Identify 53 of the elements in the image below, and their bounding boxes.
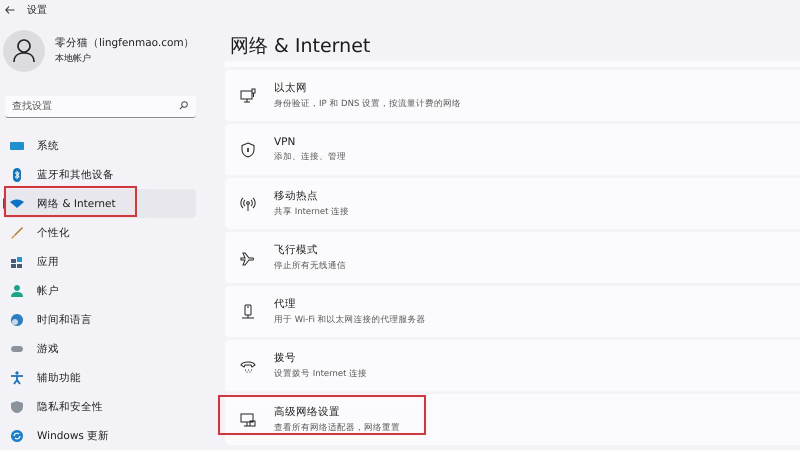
card-description: 共享 Internet 连接 — [274, 206, 350, 218]
card-description: 身份验证，IP 和 DNS 设置，按流量计费的网络 — [274, 98, 462, 110]
person-icon — [13, 38, 35, 62]
accessibility-icon — [10, 370, 24, 384]
settings-card[interactable]: 拨号 设置拨号 Internet 连接 — [225, 340, 800, 391]
sidebar-item[interactable]: 时间和语言 — [3, 305, 196, 334]
account-type: 本地帐户 — [55, 52, 92, 65]
sidebar-item[interactable]: 应用 — [3, 247, 196, 276]
sidebar-item[interactable]: 系统 — [3, 131, 196, 160]
wifi-icon — [10, 196, 24, 210]
card-title: VPN — [274, 136, 296, 148]
bluetooth-icon — [10, 168, 24, 182]
sidebar-item[interactable]: 个性化 — [3, 218, 196, 247]
plane-icon — [240, 250, 256, 266]
hotspot-icon — [240, 196, 256, 212]
search-field[interactable]: 查找设置 — [5, 96, 196, 118]
pc-icon — [240, 412, 256, 428]
card-title: 代理 — [274, 297, 297, 311]
globe-icon — [10, 312, 24, 326]
card-title: 飞行模式 — [274, 243, 319, 257]
apps-icon — [10, 254, 24, 268]
card-title: 以太网 — [274, 81, 308, 95]
sidebar-item[interactable]: 隐私和安全性 — [3, 392, 196, 421]
sidebar-item[interactable]: 帐户 — [3, 276, 196, 305]
brush-icon — [10, 226, 24, 240]
card-description: 停止所有无线通信 — [274, 260, 346, 272]
person-icon — [10, 284, 24, 298]
card-description: 用于 Wi-Fi 和以太网连接的代理服务器 — [274, 314, 426, 326]
settings-card[interactable]: 以太网 身份验证，IP 和 DNS 设置，按流量计费的网络 — [225, 70, 800, 121]
card-description: 查看所有网络适配器，网络重置 — [274, 422, 400, 434]
ethernet-icon — [240, 88, 256, 104]
card-title: 高级网络设置 — [274, 405, 341, 419]
window-title: 设置 — [27, 4, 47, 16]
search-icon — [179, 101, 188, 110]
sidebar-item[interactable]: 辅助功能 — [3, 363, 196, 392]
settings-card[interactable]: 飞行模式 停止所有无线通信 — [225, 232, 800, 283]
proxy-icon — [240, 304, 256, 320]
card-title: 移动热点 — [274, 189, 319, 203]
card-description: 添加、连接、管理 — [274, 151, 346, 163]
back-arrow-icon[interactable] — [5, 6, 15, 14]
vpn-icon — [240, 142, 256, 158]
settings-card[interactable]: 移动热点 共享 Internet 连接 — [225, 178, 800, 229]
settings-card[interactable]: 代理 用于 Wi-Fi 和以太网连接的代理服务器 — [225, 286, 800, 337]
shield-icon — [10, 400, 24, 414]
page-title: 网络 & Internet — [230, 34, 372, 59]
update-icon — [10, 428, 24, 442]
sidebar-item[interactable]: Windows 更新 — [3, 421, 196, 450]
card-description: 设置拨号 Internet 连接 — [274, 368, 368, 380]
card-title: 拨号 — [274, 351, 297, 365]
user-name: 零分猫（lingfenmao.com） — [55, 36, 195, 50]
sidebar-item[interactable]: 游戏 — [3, 334, 196, 363]
settings-card[interactable]: VPN 添加、连接、管理 — [225, 124, 800, 175]
sidebar-item[interactable]: 蓝牙和其他设备 — [3, 160, 196, 189]
